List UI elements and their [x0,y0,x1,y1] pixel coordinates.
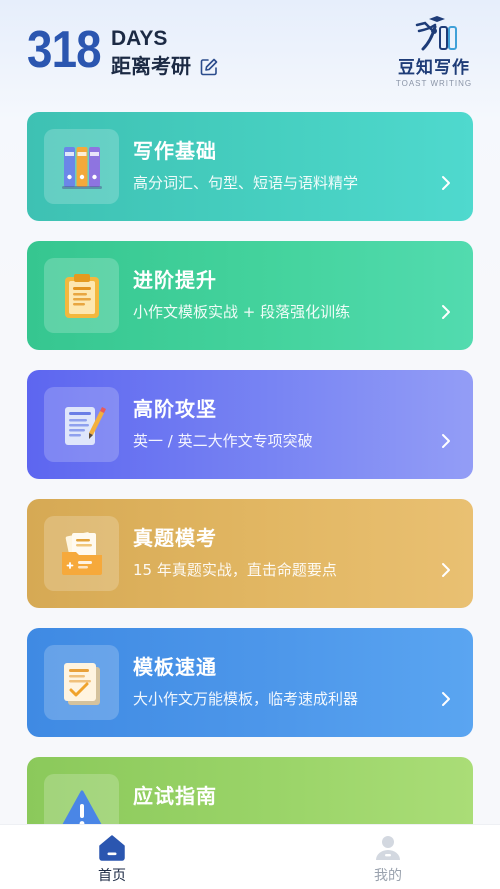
card-title: 高阶攻坚 [133,397,217,421]
tab-home-label: 首页 [98,868,126,884]
binders-icon [61,146,102,189]
card-template-fast-track[interactable]: 模板速通 大小作文万能模板，临考速成利器 [27,628,473,737]
card-advanced-improvement[interactable]: 进阶提升 小作文模板实战 + 段落强化训练 [27,241,473,350]
countdown-target-label: 距离考研 [111,54,191,78]
card-description: 高分词汇、句型、短语与语料精学 [133,174,359,192]
bottom-tab-bar: 首页 我的 [0,824,500,889]
notepad-pencil-icon [64,406,106,445]
tab-me-label: 我的 [374,868,402,884]
card-title: 模板速通 [133,655,217,679]
card-past-exam-mock[interactable]: 真题模考 15 年真题实战，直击命题要点 [27,499,473,608]
card-description: 英一 / 英二大作文专项突破 [133,432,313,450]
clipboard-icon [64,273,99,318]
edit-icon[interactable] [199,57,219,77]
tab-me[interactable]: 我的 [348,833,428,885]
chevron-right-icon [442,305,450,319]
chevron-right-icon [442,434,450,448]
brand-name: 豆知写作 [398,58,470,78]
card-description: 小作文模板实战 + 段落强化训练 [133,303,351,321]
chevron-right-icon [442,176,450,190]
card-title: 写作基础 [133,139,217,163]
card-description: 15 年真题实战，直击命题要点 [133,561,337,579]
card-title: 应试指南 [133,784,217,808]
card-description: 大小作文万能模板，临考速成利器 [133,690,359,708]
brand-logo: 豆知写作 TOAST WRITING [394,15,474,90]
card-title: 真题模考 [133,526,217,550]
checked-document-icon [63,662,100,705]
card-high-level-attack[interactable]: 高阶攻坚 英一 / 英二大作文专项突破 [27,370,473,479]
countdown-days-number: 318 [27,21,102,79]
brand-mark-icon [415,16,457,51]
user-icon [376,836,400,860]
countdown-days-unit: DAYS [111,27,168,50]
card-writing-basics[interactable]: 写作基础 高分词汇、句型、短语与语料精学 [27,112,473,221]
card-title: 进阶提升 [133,268,217,292]
brand-subtitle: TOAST WRITING [395,79,473,88]
module-card-list: 写作基础 高分词汇、句型、短语与语料精学 进阶提升 小作文模板实战 + 段落强化… [27,112,473,824]
header: 318 DAYS 距离考研 豆知写作 TOAST WRITING [0,0,500,110]
warning-icon [61,790,102,824]
home-icon [99,835,125,861]
card-exam-guide[interactable]: 应试指南 [27,757,473,824]
folder-papers-icon [61,531,102,575]
chevron-right-icon [442,692,450,706]
tab-home[interactable]: 首页 [72,833,152,885]
exam-countdown: 318 DAYS 距离考研 [27,22,219,79]
chevron-right-icon [442,563,450,577]
